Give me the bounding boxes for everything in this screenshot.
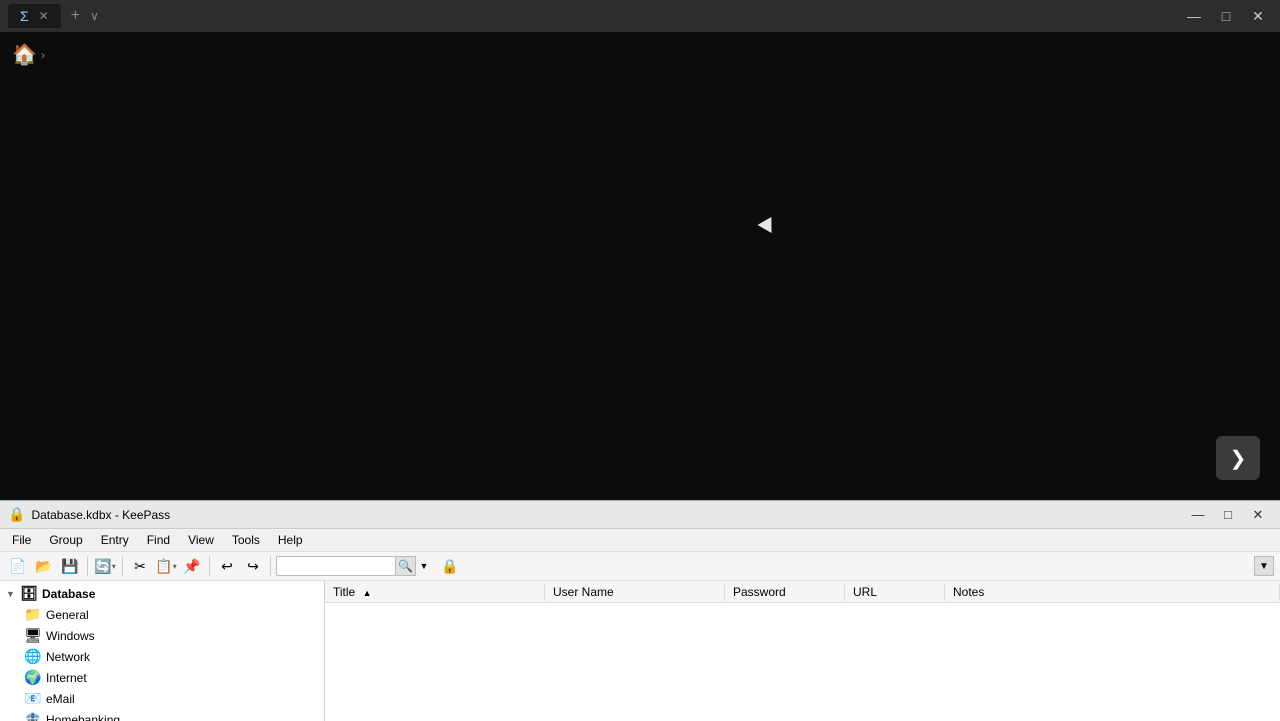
- network-icon: 🌐: [24, 648, 42, 665]
- internet-icon: 🌍: [24, 669, 42, 686]
- menu-entry[interactable]: Entry: [93, 531, 137, 549]
- keepass-sidebar: ▼ 🗄 Database 📁 General 🖥 Windows 🌐 Netwo…: [0, 581, 325, 721]
- menu-group[interactable]: Group: [41, 531, 90, 549]
- content-header: Title ▲ User Name Password URL Notes: [325, 581, 1280, 603]
- email-icon: 📧: [24, 690, 42, 707]
- keepass-maximize-button[interactable]: □: [1214, 505, 1242, 525]
- tree-expand-icon: ▼: [6, 589, 16, 599]
- toolbar-lock-button[interactable]: 🔒: [438, 555, 462, 577]
- tree-item-internet[interactable]: 🌍 Internet: [0, 667, 324, 688]
- sort-indicator: ▲: [363, 588, 372, 598]
- windows-icon: 🖥: [24, 627, 42, 644]
- toolbar-quick-access-button[interactable]: ▼: [1254, 556, 1274, 576]
- menu-help[interactable]: Help: [270, 531, 311, 549]
- toolbar-paste-button[interactable]: 📌: [180, 555, 204, 577]
- tree-item-label: Internet: [46, 671, 87, 685]
- tree-item-label: Network: [46, 650, 90, 664]
- toolbar-undo-button[interactable]: ↩: [215, 555, 239, 577]
- terminal-maximize-button[interactable]: □: [1212, 6, 1240, 26]
- menu-find[interactable]: Find: [139, 531, 178, 549]
- col-header-url[interactable]: URL: [845, 583, 945, 601]
- toolbar-redo-button[interactable]: ↪: [241, 555, 265, 577]
- terminal-window-controls: — □ ✕: [1180, 6, 1272, 26]
- terminal-titlebar: Σ ✕ + ∨ — □ ✕: [0, 0, 1280, 32]
- toolbar-new-button[interactable]: 📄: [6, 555, 30, 577]
- search-options-button[interactable]: ▼: [416, 555, 432, 577]
- tree-item-database[interactable]: ▼ 🗄 Database: [0, 583, 324, 604]
- menu-tools[interactable]: Tools: [224, 531, 268, 549]
- keepass-menubar: File Group Entry Find View Tools Help: [0, 529, 1280, 552]
- keepass-window: 🔒 Database.kdbx - KeePass — □ ✕ File Gro…: [0, 500, 1280, 720]
- next-button[interactable]: ❯: [1216, 436, 1260, 480]
- terminal-tab[interactable]: Σ ✕: [8, 4, 61, 28]
- general-folder-icon: 📁: [24, 606, 42, 623]
- home-icon-area: 🏠 ›: [12, 42, 45, 67]
- terminal-minimize-button[interactable]: —: [1180, 6, 1208, 26]
- toolbar-cut-button[interactable]: ✂: [128, 555, 152, 577]
- search-button[interactable]: 🔍: [396, 556, 416, 576]
- keepass-minimize-button[interactable]: —: [1184, 505, 1212, 525]
- keepass-window-controls: — □ ✕: [1184, 505, 1272, 525]
- tree-item-label: eMail: [46, 692, 75, 706]
- tree-item-label: Windows: [46, 629, 95, 643]
- keepass-title-icon: 🔒: [8, 506, 25, 523]
- keepass-toolbar: 📄 📂 💾 🔄▾ ✂ 📋▾ 📌 ↩ ↪ 🔍 ▼ 🔒 ▼: [0, 552, 1280, 581]
- tree-item-network[interactable]: 🌐 Network: [0, 646, 324, 667]
- toolbar-sync-button[interactable]: 🔄▾: [93, 555, 117, 577]
- tab-add-button[interactable]: +: [65, 7, 86, 25]
- toolbar-separator-4: [270, 556, 271, 576]
- tab-dropdown-button[interactable]: ∨: [90, 9, 99, 23]
- col-header-notes[interactable]: Notes: [945, 583, 1280, 601]
- database-icon: 🗄: [20, 585, 38, 602]
- toolbar-copy-button[interactable]: 📋▾: [154, 555, 178, 577]
- keepass-close-button[interactable]: ✕: [1244, 505, 1272, 525]
- mouse-cursor: [758, 217, 779, 237]
- menu-view[interactable]: View: [180, 531, 222, 549]
- toolbar-open-button[interactable]: 📂: [32, 555, 56, 577]
- keepass-main: ▼ 🗄 Database 📁 General 🖥 Windows 🌐 Netwo…: [0, 581, 1280, 721]
- keepass-title-text: Database.kdbx - KeePass: [31, 508, 1184, 522]
- tree-root-label: Database: [42, 587, 95, 601]
- toolbar-separator-2: [122, 556, 123, 576]
- col-header-username[interactable]: User Name: [545, 583, 725, 601]
- terminal-tab-icon: Σ: [20, 8, 29, 24]
- home-icon[interactable]: 🏠: [12, 42, 37, 67]
- col-header-title[interactable]: Title ▲: [325, 583, 545, 601]
- keepass-titlebar: 🔒 Database.kdbx - KeePass — □ ✕: [0, 501, 1280, 529]
- cursor-area: [760, 220, 776, 234]
- menu-file[interactable]: File: [4, 531, 39, 549]
- keepass-content: Title ▲ User Name Password URL Notes: [325, 581, 1280, 721]
- terminal-close-button[interactable]: ✕: [1244, 6, 1272, 26]
- toolbar-separator-1: [87, 556, 88, 576]
- tree-item-windows[interactable]: 🖥 Windows: [0, 625, 324, 646]
- tab-close-icon[interactable]: ✕: [39, 9, 49, 23]
- toolbar-search-area: 🔍 ▼: [276, 555, 432, 577]
- home-caret: ›: [41, 48, 45, 62]
- toolbar-separator-3: [209, 556, 210, 576]
- search-input[interactable]: [276, 556, 396, 576]
- tree-item-label: General: [46, 608, 89, 622]
- tree-item-homebanking[interactable]: 🏦 Homebanking: [0, 709, 324, 721]
- tree-item-general[interactable]: 📁 General: [0, 604, 324, 625]
- tree-item-email[interactable]: 📧 eMail: [0, 688, 324, 709]
- terminal-body: 🏠 › ❯: [0, 32, 1280, 500]
- terminal-window: Σ ✕ + ∨ — □ ✕ 🏠 › ❯: [0, 0, 1280, 500]
- toolbar-save-button[interactable]: 💾: [58, 555, 82, 577]
- col-header-password[interactable]: Password: [725, 583, 845, 601]
